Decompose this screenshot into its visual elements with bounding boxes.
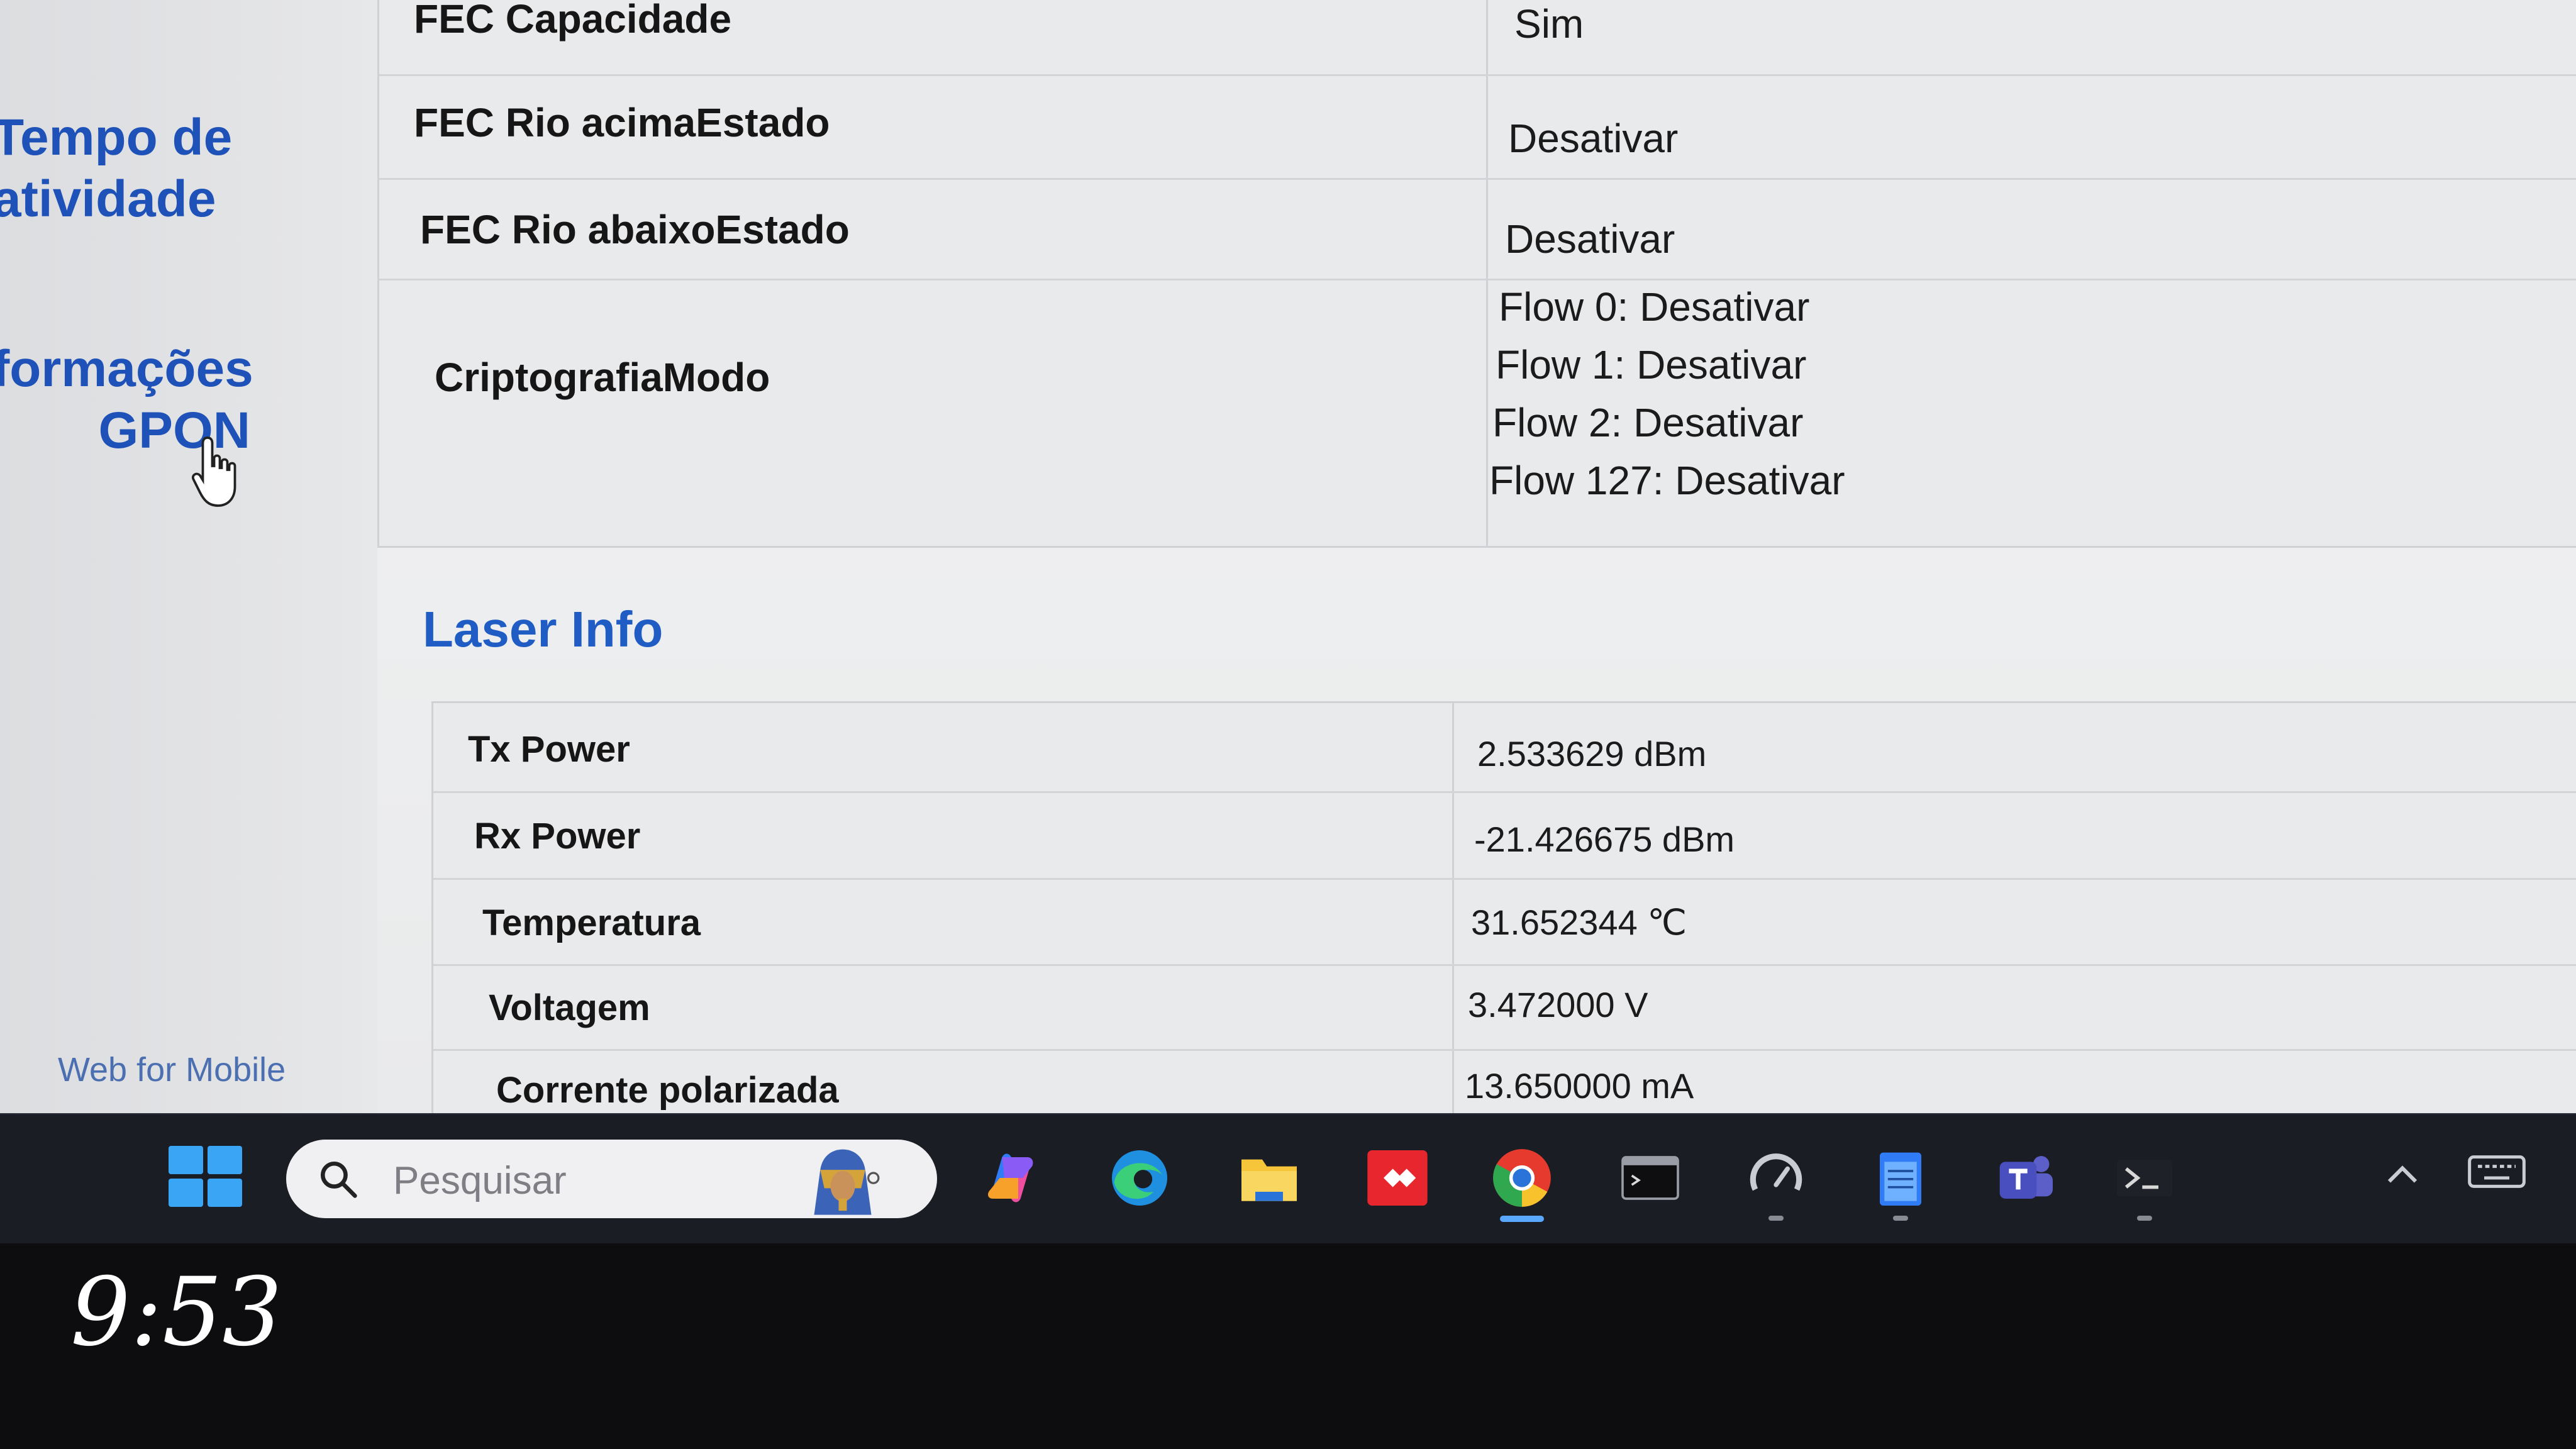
search-placeholder: Pesquisar [393,1159,567,1202]
row-key: CriptografiaModo [435,355,770,400]
web-for-mobile-link[interactable]: Web for Mobile [58,1050,286,1089]
browser-page: Tempo de atividade formações GPON Web fo… [0,0,2576,1113]
chrome-active-indicator [1500,1216,1544,1222]
teams-icon[interactable] [1987,1143,2063,1213]
powershell-running-indicator [2137,1216,2152,1221]
powershell-icon[interactable] [2107,1143,2182,1213]
chrome-icon[interactable] [1484,1143,1560,1213]
row-value: Sim [1514,1,1584,47]
table-row: FEC Rio abaixoEstado Desativar [379,178,2576,280]
crypto-flow-2: Flow 2: Desativar [1492,400,1804,445]
terminal-window-icon[interactable] [1613,1143,1688,1213]
anydesk-icon[interactable] [1360,1143,1435,1213]
taskbar-search-box[interactable]: Pesquisar [286,1140,937,1218]
clock-overlay: 9:53 [70,1258,282,1367]
crypto-flow-1: Flow 1: Desativar [1496,342,1807,387]
search-icon [320,1161,357,1198]
crypto-flow-127: Flow 127: Desativar [1489,458,1845,503]
row-key: Temperatura [482,902,701,943]
row-value: Desativar [1505,216,1675,262]
row-value: -21.426675 dBm [1474,819,1735,859]
table-row: Temperatura 31.652344 ℃ [433,878,2576,966]
table-row: Voltagem 3.472000 V [433,964,2576,1051]
search-highlight-pharaoh-icon [814,1149,880,1215]
sidebar: Tempo de atividade formações GPON Web fo… [0,0,377,1113]
windows-start-icon[interactable] [169,1146,244,1209]
laser-info-table: Tx Power 2.533629 dBm Rx Power -21.42667… [431,701,2576,1113]
copilot-icon[interactable] [974,1143,1049,1213]
table-row: Rx Power -21.426675 dBm [433,791,2576,880]
sidebar-link-uptime[interactable]: Tempo de atividade [0,107,232,230]
crypto-flow-0: Flow 0: Desativar [1499,284,1810,330]
edge-icon[interactable] [1102,1143,1177,1213]
hand-pointer-icon [191,436,236,507]
row-value: 2.533629 dBm [1477,734,1707,774]
row-value: Desativar [1508,116,1679,161]
table-row: FEC Rio acimaEstado Desativar [379,74,2576,180]
row-value: 3.472000 V [1468,985,1648,1024]
table-row: Corrente polarizada 13.650000 mA [433,1049,2576,1113]
notepad-running-indicator [1893,1216,1908,1221]
table-row: Tx Power 2.533629 dBm [433,703,2576,793]
row-key: FEC Rio abaixoEstado [420,207,850,252]
notepad-icon[interactable] [1863,1143,1938,1213]
fec-table: FEC Capacidade Sim FEC Rio acimaEstado D… [377,0,2576,548]
table-row: CriptografiaModo Flow 0: Desativar Flow … [379,279,2576,543]
row-key: FEC Capacidade [414,0,732,42]
laser-info-heading: Laser Info [423,601,663,657]
main-content: FEC Capacidade Sim FEC Rio acimaEstado D… [377,0,2576,1113]
table-row: FEC Capacidade Sim [379,0,2576,76]
row-value: 31.652344 ℃ [1471,902,1687,942]
row-key: FEC Rio acimaEstado [414,100,830,145]
row-key: Rx Power [474,816,641,857]
chevron-up-icon[interactable] [2384,1157,2421,1189]
speedometer-running-indicator [1768,1216,1784,1221]
row-key: Tx Power [468,729,630,770]
row-key: Corrente polarizada [496,1070,839,1111]
file-explorer-icon[interactable] [1231,1143,1307,1213]
row-key: Voltagem [489,987,650,1028]
speedometer-icon[interactable] [1738,1143,1814,1213]
keyboard-icon[interactable] [2465,1150,2528,1194]
row-value: 13.650000 mA [1465,1066,1694,1106]
